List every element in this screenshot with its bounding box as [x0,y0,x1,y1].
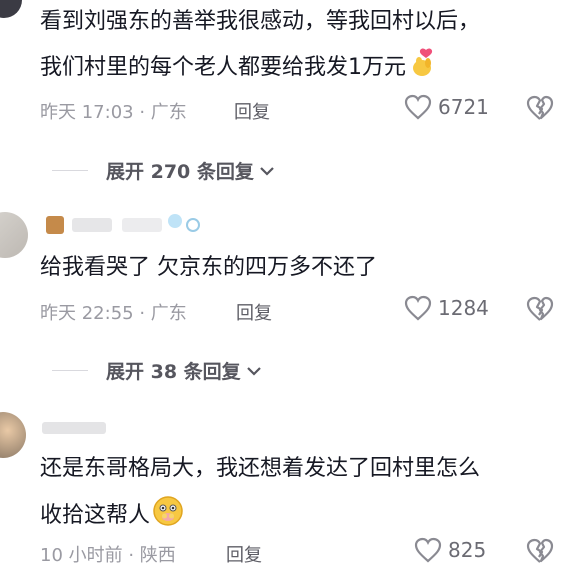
chevron-down-icon [246,366,261,376]
comment-meta: 昨天 17:03 · 广东 [40,102,187,123]
like-button[interactable]: 6721 [404,94,489,120]
reply-button[interactable]: 回复 [234,98,270,124]
like-count: 1284 [438,296,489,320]
comment-meta: 10 小时前 · 陕西 [40,545,176,566]
reply-button[interactable]: 回复 [236,299,272,325]
heart-outline-icon [414,537,442,563]
hugging-face-emoji [152,495,184,537]
comment-meta: 昨天 22:55 · 广东 [40,303,187,324]
finger-heart-emoji [410,48,436,88]
chevron-down-icon [260,166,274,176]
comment-text-line: 我们村里的每个老人都要给我发1万元 [40,55,406,80]
username-redacted [42,416,112,436]
like-button[interactable]: 1284 [404,295,489,321]
comment-text: 我们村里的每个老人都要给我发1万元 [40,48,436,88]
like-count: 825 [448,538,487,562]
comment-text: 看到刘强东的善举我很感动，等我回村以后， [40,9,481,34]
username-redacted [42,212,202,238]
dislike-button[interactable] [526,295,554,327]
comment-text: 给我看哭了 欠京东的四万多不还了 [40,255,377,280]
like-count: 6721 [438,95,489,119]
expand-replies-label: 展开 38 条回复 [106,361,241,383]
expand-replies-button[interactable]: 展开 270 条回复 [52,157,276,184]
broken-heart-icon [526,95,554,120]
expand-replies-label: 展开 270 条回复 [106,161,254,183]
comment-text: 还是东哥格局大，我还想着发达了回村里怎么 [40,456,481,481]
reply-button[interactable]: 回复 [226,541,262,567]
divider [52,170,88,171]
like-button[interactable]: 825 [414,537,486,563]
dislike-button[interactable] [526,537,554,569]
heart-outline-icon [404,295,432,321]
broken-heart-icon [526,296,554,321]
comment-text-line: 收拾这帮人 [40,503,151,528]
heart-outline-icon [404,94,432,120]
comment-text: 收拾这帮人 [40,495,184,537]
avatar[interactable] [0,0,22,18]
expand-replies-button[interactable]: 展开 38 条回复 [52,357,263,384]
avatar[interactable] [0,412,26,458]
avatar[interactable] [0,212,28,258]
divider [52,370,88,371]
dislike-button[interactable] [526,94,554,126]
